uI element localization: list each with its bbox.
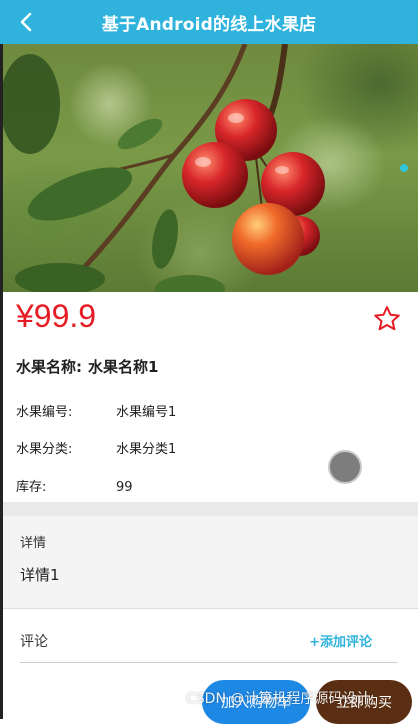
detail-title: 详情 (20, 536, 47, 551)
add-to-cart-label: 加入购物车 (221, 695, 291, 711)
buy-now-label: 立即购买 (336, 695, 392, 711)
buy-now-button[interactable]: 立即购买 (316, 680, 412, 724)
product-name-value: 水果名称1 (88, 358, 159, 376)
detail-section: 详情 详情1 (0, 516, 418, 608)
comment-label: 评论 (20, 634, 48, 650)
detail-text: 详情1 (20, 566, 60, 584)
field-label: 水果分类: (16, 442, 73, 457)
field-value: 水果分类1 (116, 442, 177, 457)
product-image (0, 44, 418, 292)
price-row: ¥99.9 (0, 292, 418, 348)
floating-assistive-button[interactable] (328, 450, 362, 484)
field-value: 水果编号1 (116, 405, 177, 420)
field-label: 库存: (16, 480, 47, 495)
add-to-cart-button[interactable]: 加入购物车 (202, 680, 310, 724)
field-row: 水果编号: 水果编号1 (16, 401, 176, 420)
app-header: 基于Android的线上水果店 (0, 0, 418, 44)
comment-divider (20, 662, 398, 663)
scroll-indicator (400, 164, 408, 172)
field-row: 水果分类: 水果分类1 (16, 438, 176, 457)
section-divider (0, 502, 418, 516)
field-value: 99 (116, 480, 133, 495)
add-comment-button[interactable]: +添加评论 (309, 631, 372, 650)
screen-edge (0, 44, 3, 719)
star-outline-icon[interactable] (372, 304, 402, 334)
field-label: 水果编号: (16, 405, 73, 420)
product-name-row: 水果名称: 水果名称1 (16, 356, 158, 377)
page-title: 基于Android的线上水果店 (101, 15, 317, 35)
product-price: ¥99.9 (16, 298, 97, 334)
field-row: 库存: 99 (16, 476, 133, 495)
product-name-label: 水果名称: (16, 358, 82, 376)
